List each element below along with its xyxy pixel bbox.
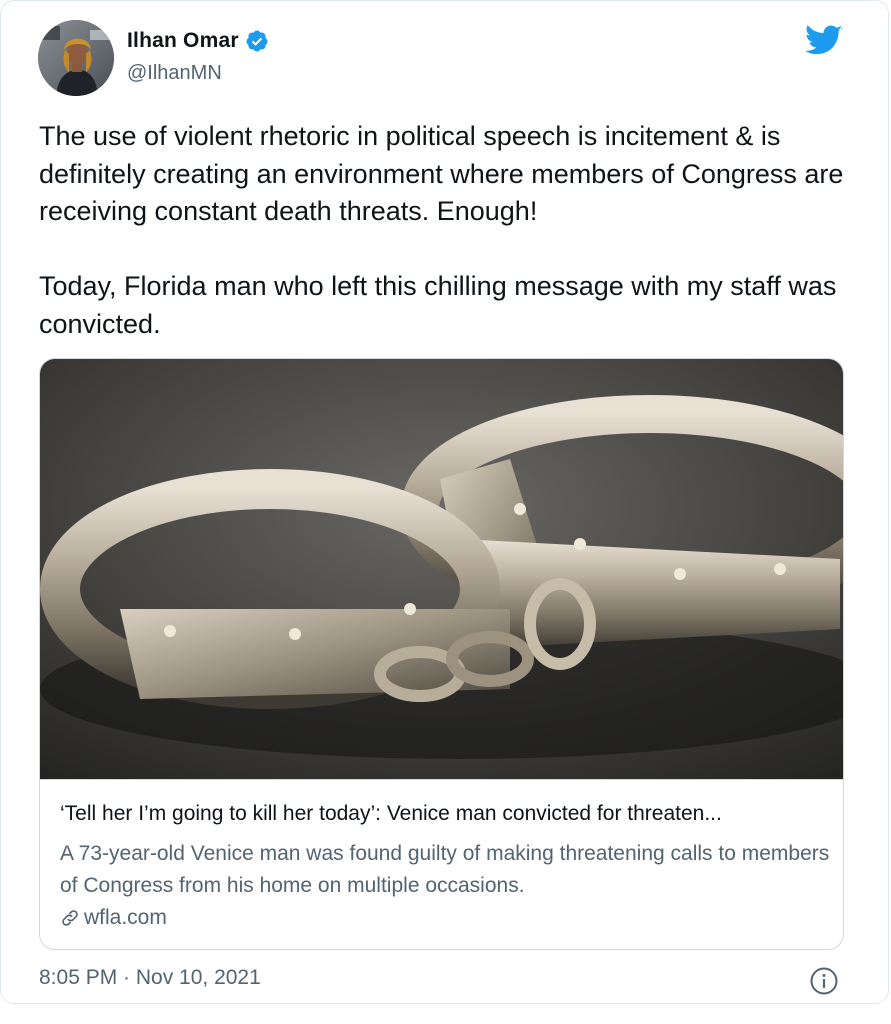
tweet-timestamp[interactable]: 8:05 PM · Nov 10, 2021	[39, 966, 261, 990]
link-preview-card[interactable]: ‘Tell her I’m going to kill her today’: …	[39, 358, 844, 950]
handcuffs-photo	[40, 359, 843, 779]
card-domain: wfla.com	[84, 906, 167, 929]
link-icon	[62, 910, 78, 926]
avatar-image	[38, 20, 114, 96]
card-title: ‘Tell her I’m going to kill her today’: …	[60, 802, 722, 825]
card-domain-row: wfla.com	[60, 906, 167, 930]
author-handle[interactable]: @IlhanMN	[127, 62, 222, 85]
twitter-bird-icon[interactable]	[805, 25, 843, 57]
info-icon[interactable]	[809, 966, 839, 996]
tweet-text: The use of violent rhetoric in political…	[39, 121, 844, 339]
verified-badge-icon	[246, 30, 268, 52]
author-display-name[interactable]: Ilhan Omar	[127, 29, 239, 53]
author-avatar[interactable]	[38, 20, 114, 96]
card-description: A 73-year-old Venice man was found guilt…	[60, 842, 830, 897]
author-name-row: Ilhan Omar	[127, 29, 269, 53]
card-meta: ‘Tell her I’m going to kill her today’: …	[40, 779, 843, 949]
tweet-card: Ilhan Omar @IlhanMN The use of violent r…	[0, 0, 889, 1004]
